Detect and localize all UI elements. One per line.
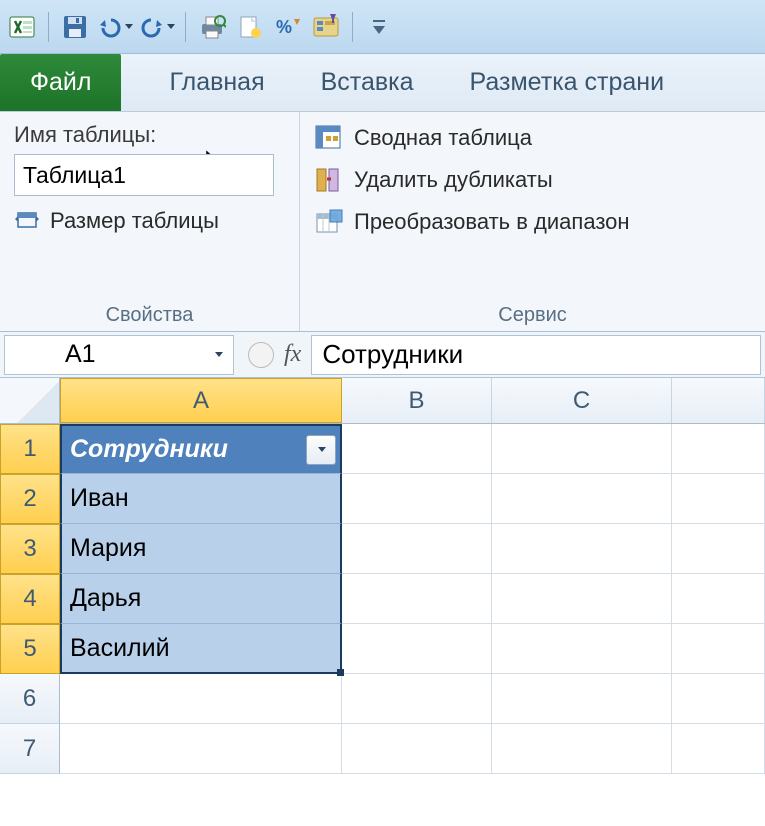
cell-A1[interactable]: Сотрудники <box>60 424 342 474</box>
row-header-1[interactable]: 1 <box>0 424 60 474</box>
cell-B1[interactable] <box>342 424 492 474</box>
cell-C3[interactable] <box>492 524 672 574</box>
cell-edge[interactable] <box>672 524 765 574</box>
svg-text:%: % <box>276 17 292 37</box>
row-header-2[interactable]: 2 <box>0 474 60 524</box>
ribbon-group-tools-label: Сервис <box>314 296 751 327</box>
ribbon-body: Имя таблицы: Размер таблицы Свойства <box>0 112 765 332</box>
cell-C2[interactable] <box>492 474 672 524</box>
remove-duplicates-label: Удалить дубликаты <box>354 167 553 193</box>
cell-C4[interactable] <box>492 574 672 624</box>
convert-to-range-icon <box>314 208 344 236</box>
percent-style-icon[interactable]: % <box>272 11 304 43</box>
selection-fill-handle[interactable] <box>337 669 344 676</box>
row-header-4[interactable]: 4 <box>0 574 60 624</box>
remove-duplicates-button[interactable]: Удалить дубликаты <box>314 166 751 194</box>
cell-C7[interactable] <box>492 724 672 774</box>
cell-B2[interactable] <box>342 474 492 524</box>
tab-file[interactable]: Файл <box>0 54 121 111</box>
spreadsheet-grid: A B C 1 Сотрудники 2 Иван <box>0 378 765 774</box>
row-header-7[interactable]: 7 <box>0 724 60 774</box>
fx-label[interactable]: fx <box>284 341 301 368</box>
fx-separator-icon <box>248 342 274 368</box>
row-header-3[interactable]: 3 <box>0 524 60 574</box>
cell-B5[interactable] <box>342 624 492 674</box>
new-document-icon[interactable] <box>234 11 266 43</box>
print-preview-icon[interactable] <box>196 11 228 43</box>
convert-to-range-label: Преобразовать в диапазон <box>354 209 630 235</box>
ribbon-group-properties-label: Свойства <box>14 296 285 327</box>
tab-home[interactable]: Главная <box>141 56 292 111</box>
cell-A2[interactable]: Иван <box>60 474 342 524</box>
ribbon-tabs: Файл Главная Вставка Разметка страни <box>0 54 765 112</box>
cell-A7[interactable] <box>60 724 342 774</box>
cell-edge[interactable] <box>672 574 765 624</box>
table-name-label: Имя таблицы: <box>14 122 285 148</box>
customize-qat-icon[interactable] <box>363 11 395 43</box>
table-header-label: Сотрудники <box>70 435 228 464</box>
qat-divider <box>48 12 49 42</box>
table-filter-button[interactable] <box>306 435 336 465</box>
cell-edge[interactable] <box>672 474 765 524</box>
select-all-corner[interactable] <box>0 378 60 423</box>
resize-table-button[interactable]: Размер таблицы <box>14 208 285 234</box>
cell-A5[interactable]: Василий <box>60 624 342 674</box>
cell-A3[interactable]: Мария <box>60 524 342 574</box>
column-header-C[interactable]: C <box>492 378 672 423</box>
cell-C1[interactable] <box>492 424 672 474</box>
cell-edge[interactable] <box>672 674 765 724</box>
resize-table-icon <box>14 209 42 233</box>
cell-B7[interactable] <box>342 724 492 774</box>
excel-app-icon[interactable] <box>6 11 38 43</box>
column-header-A[interactable]: A <box>60 378 342 423</box>
cell-A4[interactable]: Дарья <box>60 574 342 624</box>
pivot-table-label: Сводная таблица <box>354 125 532 151</box>
filter-toggle-icon[interactable] <box>310 11 342 43</box>
pivot-table-button[interactable]: Сводная таблица <box>314 124 751 152</box>
pivot-table-icon <box>314 124 344 152</box>
table-name-input[interactable] <box>14 154 274 196</box>
cell-B6[interactable] <box>342 674 492 724</box>
cell-C5[interactable] <box>492 624 672 674</box>
qat-divider <box>185 12 186 42</box>
undo-dropdown-icon[interactable] <box>125 24 133 29</box>
redo-icon[interactable] <box>139 11 175 43</box>
save-icon[interactable] <box>59 11 91 43</box>
quick-access-toolbar: % <box>0 0 765 54</box>
row-header-5[interactable]: 5 <box>0 624 60 674</box>
cell-edge[interactable] <box>672 724 765 774</box>
tab-insert[interactable]: Вставка <box>293 56 442 111</box>
cell-B3[interactable] <box>342 524 492 574</box>
name-box-dropdown-icon[interactable] <box>215 352 223 357</box>
formula-bar: A1 fx <box>0 332 765 378</box>
worksheet-body: 1 Сотрудники 2 Иван 3 Мария <box>0 424 765 774</box>
cell-A5-value: Василий <box>70 634 170 663</box>
undo-icon[interactable] <box>97 11 133 43</box>
cell-B4[interactable] <box>342 574 492 624</box>
convert-to-range-button[interactable]: Преобразовать в диапазон <box>314 208 751 236</box>
column-header-B[interactable]: B <box>342 378 492 423</box>
formula-input[interactable] <box>311 335 761 375</box>
column-header-edge[interactable] <box>672 378 765 423</box>
qat-divider <box>352 12 353 42</box>
cell-C6[interactable] <box>492 674 672 724</box>
cell-A6[interactable] <box>60 674 342 724</box>
name-box[interactable]: A1 <box>4 335 234 375</box>
resize-table-label: Размер таблицы <box>50 208 219 234</box>
filter-dropdown-icon <box>318 447 326 452</box>
tab-page-layout[interactable]: Разметка страни <box>442 56 693 111</box>
name-box-value: A1 <box>65 340 96 369</box>
remove-duplicates-icon <box>314 166 344 194</box>
cell-edge[interactable] <box>672 624 765 674</box>
cell-edge[interactable] <box>672 424 765 474</box>
row-header-6[interactable]: 6 <box>0 674 60 724</box>
redo-dropdown-icon[interactable] <box>167 24 175 29</box>
